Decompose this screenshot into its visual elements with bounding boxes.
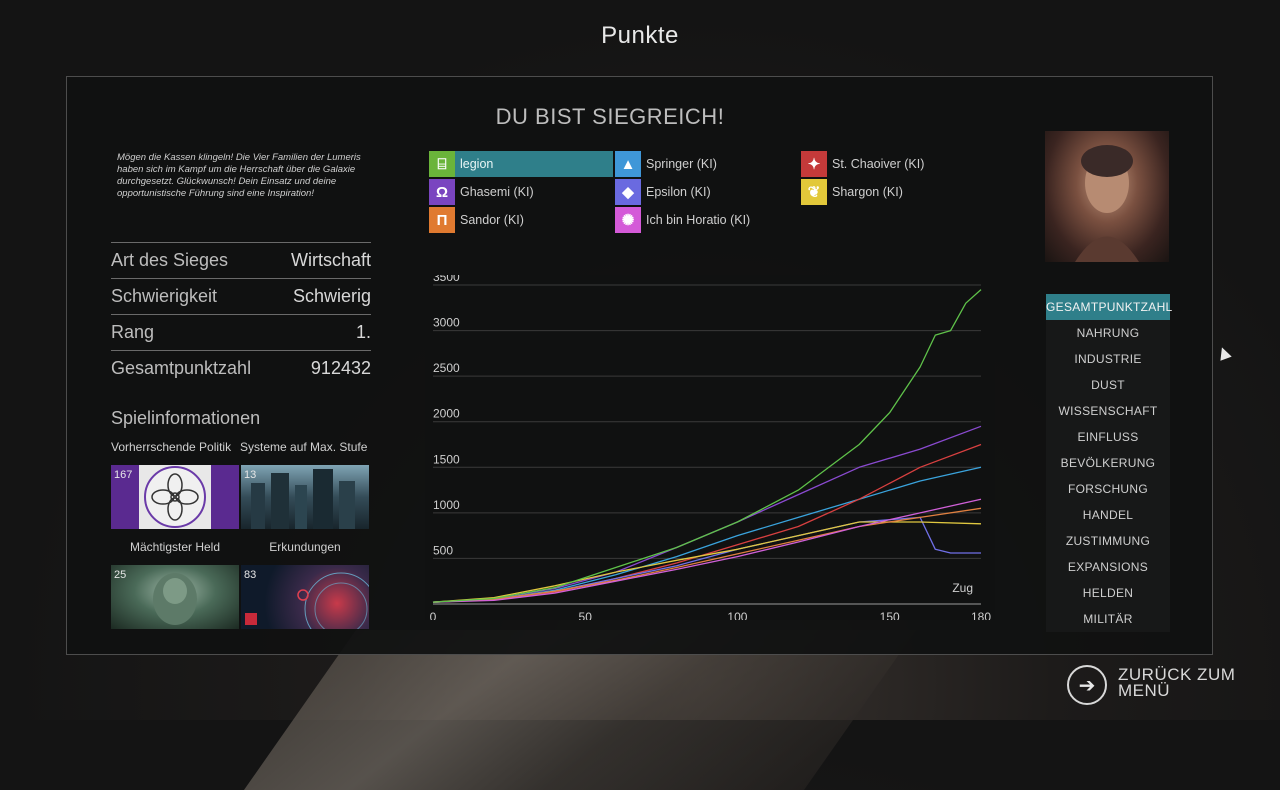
legend-label: Ghasemi (KI) bbox=[460, 185, 534, 199]
stat-row-victory-type: Art des Sieges Wirtschaft bbox=[111, 242, 371, 278]
legend-label: legion bbox=[460, 157, 494, 171]
category-einfluss[interactable]: EINFLUSS bbox=[1046, 424, 1170, 450]
category-forschung[interactable]: FORSCHUNG bbox=[1046, 476, 1170, 502]
stat-row-difficulty: Schwierigkeit Schwierig bbox=[111, 278, 371, 314]
category-dust[interactable]: DUST bbox=[1046, 372, 1170, 398]
back-to-menu-button[interactable]: ➔ ZURÜCK ZUM MENÜ bbox=[1067, 664, 1247, 708]
category-helden[interactable]: HELDEN bbox=[1046, 580, 1170, 606]
mouse-cursor-icon bbox=[1216, 345, 1232, 361]
flavor-text: Mögen die Kassen klingeln! Die Vier Fami… bbox=[117, 152, 361, 199]
explorations-caption: Erkundungen bbox=[269, 540, 341, 554]
page-title: Punkte bbox=[601, 22, 679, 49]
planet-scan-icon bbox=[245, 572, 369, 629]
stat-value: 912432 bbox=[310, 358, 371, 378]
x-tick-label: 0 bbox=[430, 610, 437, 620]
legend-item-epsilon-ki[interactable]: ◆ Epsilon (KI) bbox=[615, 179, 795, 205]
tile-value: 25 bbox=[114, 569, 127, 581]
y-tick-label: 1000 bbox=[433, 498, 460, 512]
springer-faction-icon: ▲ bbox=[615, 151, 641, 177]
y-tick-label: 2500 bbox=[433, 361, 460, 375]
politics-tile[interactable]: 167 bbox=[111, 465, 239, 529]
stat-label: Schwierigkeit bbox=[111, 286, 218, 306]
epsilon-faction-icon: ◆ bbox=[615, 179, 641, 205]
ghasemi-faction-icon: Ω bbox=[429, 179, 455, 205]
stat-label: Rang bbox=[111, 322, 155, 342]
stat-value: 1. bbox=[355, 322, 371, 342]
x-tick-label: 100 bbox=[727, 610, 747, 620]
stat-label: Gesamtpunktzahl bbox=[111, 358, 252, 378]
chart-background bbox=[425, 275, 995, 620]
legend-label: Shargon (KI) bbox=[832, 185, 903, 199]
legend-label: Sandor (KI) bbox=[460, 213, 524, 227]
category-gesamtpunktzahl[interactable]: GESAMTPUNKTZAHL bbox=[1046, 294, 1172, 320]
arrow-right-icon: ➔ bbox=[1067, 665, 1107, 705]
hero-portrait-icon bbox=[153, 573, 197, 625]
back-to-menu-label: ZURÜCK ZUM MENÜ bbox=[1118, 665, 1236, 700]
stat-value: Wirtschaft bbox=[290, 250, 371, 270]
legion-faction-icon: ⌸ bbox=[429, 151, 455, 177]
victory-title: DU BIST SIEGREICH! bbox=[495, 104, 725, 129]
shargon-faction-icon: ❦ bbox=[801, 179, 827, 205]
category-industrie[interactable]: INDUSTRIE bbox=[1046, 346, 1170, 372]
sandor-faction-icon: Π bbox=[429, 207, 455, 233]
category-nahrung[interactable]: NAHRUNG bbox=[1046, 320, 1170, 346]
score-chart: 500 1000 1500 2000 2500 3000 3500 0 50 100 150 180 Z… bbox=[425, 275, 995, 620]
stat-row-rank: Rang 1. bbox=[111, 314, 371, 350]
category-expansions[interactable]: EXPANSIONS bbox=[1046, 554, 1170, 580]
dominant-politics-caption: Vorherrschende Politik bbox=[111, 440, 232, 454]
category-militär[interactable]: MILITÄR bbox=[1046, 606, 1170, 632]
y-tick-label: 1500 bbox=[433, 452, 460, 466]
x-tick-label: 180 bbox=[971, 610, 991, 620]
y-tick-label: 3000 bbox=[433, 316, 460, 330]
y-tick-label: 3500 bbox=[433, 275, 460, 284]
y-tick-label: 2000 bbox=[433, 407, 460, 421]
leader-portrait bbox=[1045, 131, 1169, 262]
y-tick-label: 500 bbox=[433, 543, 453, 557]
legend-item-springer-ki[interactable]: ▲ Springer (KI) bbox=[615, 151, 795, 177]
legend-item-shargon-ki[interactable]: ❦ Shargon (KI) bbox=[801, 179, 981, 205]
legend-label: Springer (KI) bbox=[646, 157, 717, 171]
category-wissenschaft[interactable]: WISSENSCHAFT bbox=[1046, 398, 1170, 424]
legend-item-sandor-ki[interactable]: Π Sandor (KI) bbox=[429, 207, 609, 233]
leader-avatar bbox=[1075, 145, 1139, 262]
game-info-title: Spielinformationen bbox=[111, 408, 261, 428]
category-handel[interactable]: HANDEL bbox=[1046, 502, 1170, 528]
legend-item-st-chaoiver-ki[interactable]: ✦ St. Chaoiver (KI) bbox=[801, 151, 981, 177]
stat-row-total-score: Gesamtpunktzahl 912432 bbox=[111, 350, 371, 386]
legend-label: Epsilon (KI) bbox=[646, 185, 711, 199]
legend-label: St. Chaoiver (KI) bbox=[832, 157, 925, 171]
city-skyline-icon bbox=[251, 469, 355, 529]
chaoiver-faction-icon: ✦ bbox=[801, 151, 827, 177]
score-category-menu: GESAMTPUNKTZAHL NAHRUNG INDUSTRIE DUST WISSE… bbox=[1046, 294, 1172, 632]
category-bevölkerung[interactable]: BEVÖLKERUNG bbox=[1046, 450, 1170, 476]
hero-tile[interactable]: 25 bbox=[111, 565, 239, 629]
strongest-hero-caption: Mächtigster Held bbox=[129, 540, 221, 554]
tile-value: 83 bbox=[244, 569, 257, 581]
systems-tile[interactable]: 13 bbox=[241, 465, 369, 529]
legend-item-ghasemi-ki[interactable]: Ω Ghasemi (KI) bbox=[429, 179, 609, 205]
x-tick-label: 150 bbox=[880, 610, 900, 620]
x-axis-label: Zug bbox=[952, 581, 973, 595]
horatio-faction-icon: ✺ bbox=[615, 207, 641, 233]
tile-value: 167 bbox=[114, 469, 133, 481]
max-systems-caption: Systeme auf Max. Stufe bbox=[240, 440, 368, 454]
stat-label: Art des Sieges bbox=[111, 250, 229, 270]
legend-item-ich-bin-horatio-ki[interactable]: ✺ Ich bin Horatio (KI) bbox=[615, 207, 795, 233]
tile-value: 13 bbox=[244, 469, 257, 481]
stat-value: Schwierig bbox=[292, 286, 371, 306]
stats-list: Art des Sieges Wirtschaft Schwierigkeit … bbox=[111, 242, 371, 386]
exploration-tile[interactable]: 83 bbox=[241, 565, 369, 629]
category-zustimmung[interactable]: ZUSTIMMUNG bbox=[1046, 528, 1170, 554]
legend-item-legion[interactable]: ⌸ legion bbox=[429, 151, 613, 177]
legend-label: Ich bin Horatio (KI) bbox=[646, 213, 751, 227]
x-tick-label: 50 bbox=[579, 610, 593, 620]
